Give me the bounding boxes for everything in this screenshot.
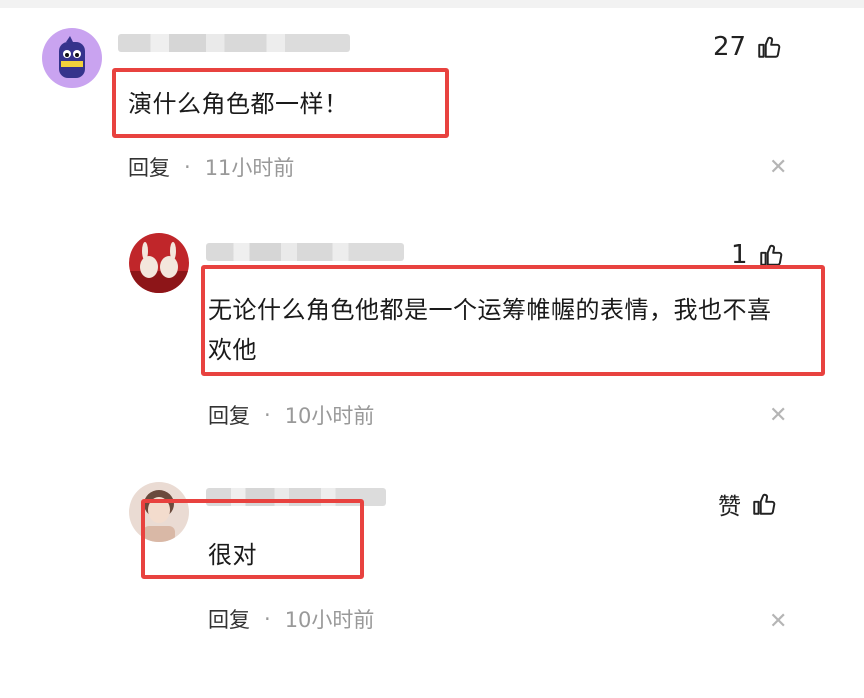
comment-meta: 回复 · 10小时前 — [208, 604, 374, 634]
timestamp: 10小时前 — [284, 608, 375, 632]
comment-meta: 回复 · 10小时前 — [208, 400, 374, 430]
like-count: 27 — [713, 32, 747, 62]
avatar[interactable] — [42, 28, 102, 88]
close-icon[interactable]: ✕ — [769, 609, 787, 634]
highlight-box — [141, 499, 364, 579]
timestamp: 10小时前 — [284, 404, 375, 428]
close-icon[interactable]: ✕ — [769, 403, 787, 428]
rabbits-avatar-icon — [129, 242, 189, 293]
reply-button[interactable]: 回复 — [128, 152, 170, 182]
close-icon[interactable]: ✕ — [769, 155, 787, 180]
like-button[interactable]: 赞 — [718, 487, 777, 521]
separator-dot: · — [264, 403, 271, 427]
like-label: 赞 — [718, 494, 741, 520]
timestamp: 11小时前 — [204, 156, 295, 180]
blurred-username — [118, 34, 350, 52]
thumbs-up-icon — [753, 493, 776, 515]
separator-dot: · — [264, 607, 271, 631]
reply-button[interactable]: 回复 — [208, 400, 250, 430]
blurred-username — [206, 243, 404, 261]
top-divider — [0, 0, 864, 8]
thumbs-up-icon — [758, 36, 781, 58]
like-button[interactable]: 27 — [713, 32, 782, 62]
reply-button[interactable]: 回复 — [208, 604, 250, 634]
monster-avatar-icon — [59, 36, 85, 78]
highlight-box — [201, 265, 825, 376]
separator-dot: · — [184, 155, 191, 179]
highlight-box — [112, 68, 449, 138]
comment-meta: 回复 · 11小时前 — [128, 152, 294, 182]
avatar[interactable] — [129, 233, 189, 293]
